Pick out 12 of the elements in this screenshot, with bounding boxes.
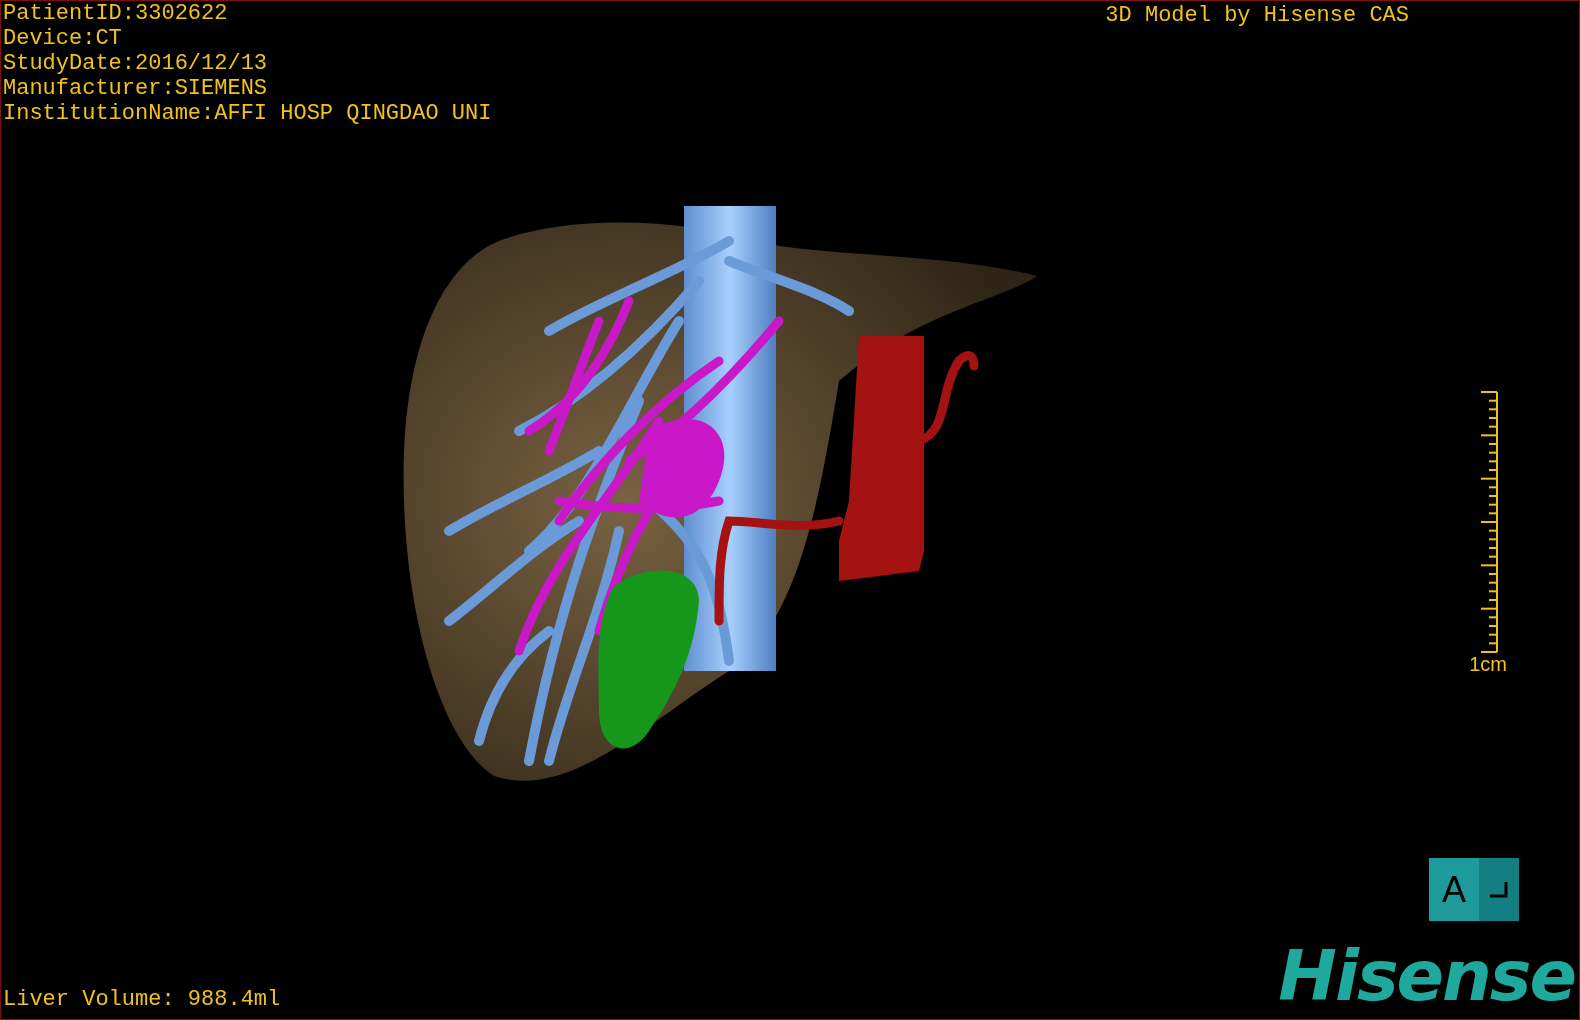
scale-label: 1cm: [1469, 653, 1507, 675]
liver-volume: Liver Volume: 988.4ml: [2, 987, 281, 1014]
patient-info-line: Device:CT: [3, 26, 123, 51]
patient-info-line: PatientID:3302622: [3, 1, 229, 26]
patient-info-line: Manufacturer:SIEMENS: [3, 76, 269, 101]
patient-info-line: InstitutionName:AFFI HOSP QINGDAO UNI: [3, 101, 492, 126]
brand-logo: Hisense: [1278, 941, 1576, 1011]
orientation-cube-front[interactable]: A: [1429, 858, 1479, 921]
patient-info-line: StudyDate:2016/12/13: [3, 51, 269, 76]
orientation-cube-side[interactable]: [1479, 858, 1519, 921]
side-letter-icon: [1490, 881, 1508, 898]
model-credit: 3D Model by Hisense CAS: [1105, 2, 1409, 30]
